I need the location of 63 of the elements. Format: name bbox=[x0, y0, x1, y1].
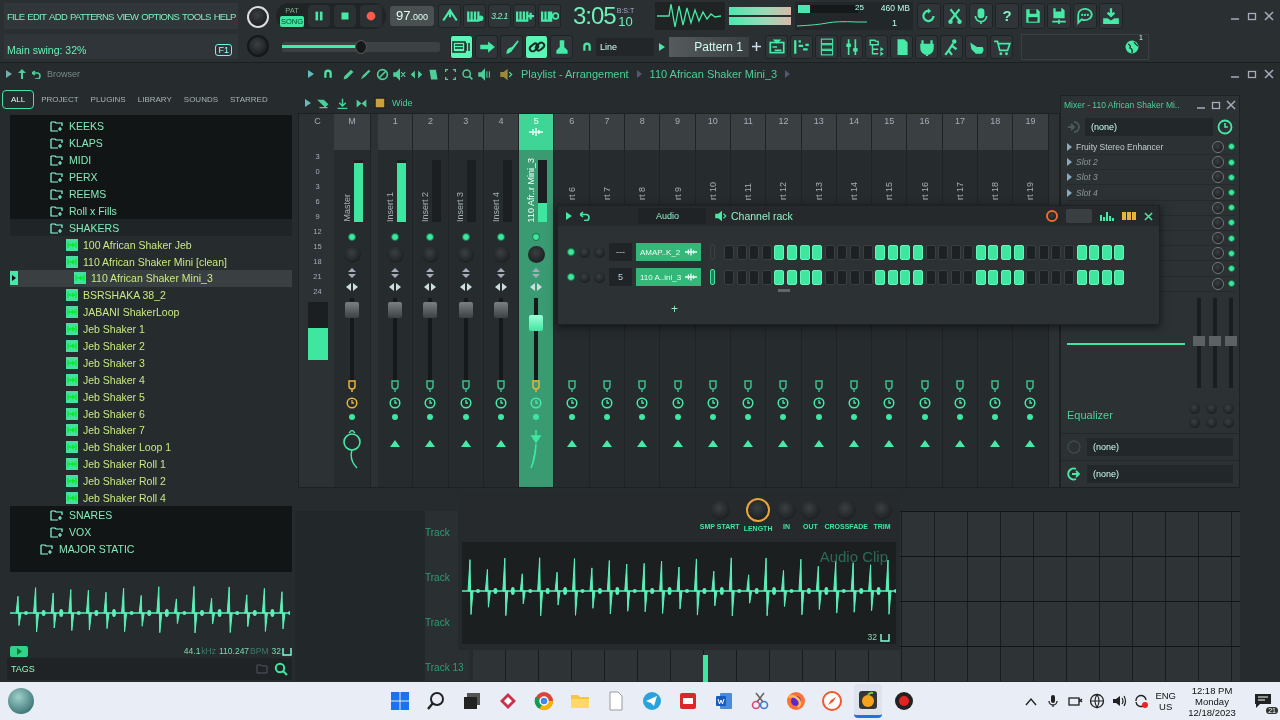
key-badge: F1 bbox=[215, 44, 232, 56]
window-title: Channel rack bbox=[731, 210, 793, 222]
track-name: rt 19 bbox=[1025, 182, 1036, 200]
track-name: rt 15 bbox=[884, 182, 895, 200]
track-number: 12 bbox=[778, 115, 789, 128]
section-label: Equalizer bbox=[1067, 409, 1114, 422]
voices-reading: 1 bbox=[892, 17, 897, 28]
track-number: 17 bbox=[954, 115, 965, 128]
clip-name: 110 African Shaker Mini_3 bbox=[649, 68, 778, 80]
window-title: Playlist - Arrangement bbox=[521, 68, 629, 80]
track-name: rt 13 bbox=[813, 182, 824, 200]
time-display: 3:05 bbox=[573, 2, 616, 29]
track-number: 9 bbox=[675, 115, 681, 128]
cpu-reading: 25 bbox=[855, 2, 864, 12]
clip-title: Audio Clip bbox=[819, 548, 888, 565]
track-number: 6 bbox=[569, 115, 575, 128]
hint-text: Main swing: 32% bbox=[7, 44, 88, 56]
time-ticks: 10 bbox=[618, 13, 633, 29]
tags-label: TAGS bbox=[11, 664, 35, 674]
sample-beats: 32 bbox=[271, 646, 281, 656]
browser-title: Browser bbox=[47, 69, 80, 79]
track-number: 13 bbox=[813, 115, 824, 128]
track-name: rt 16 bbox=[919, 182, 930, 200]
track-number: 15 bbox=[884, 115, 895, 128]
track-name: Insert 3 bbox=[455, 192, 466, 222]
window-title: Mixer - 110 African Shaker Mi.. bbox=[1064, 99, 1180, 110]
track-number: 10 bbox=[707, 115, 718, 128]
beat-count: 32 bbox=[867, 632, 877, 642]
track-name: rt 8 bbox=[637, 187, 648, 200]
track-number: C bbox=[314, 115, 321, 128]
track-number: 1 bbox=[392, 115, 398, 128]
track-name: Master bbox=[341, 194, 352, 222]
track-number: 19 bbox=[1025, 115, 1036, 128]
track-name: rt 6 bbox=[566, 187, 577, 200]
track-number: 5 bbox=[533, 115, 539, 128]
track-number: 14 bbox=[849, 115, 859, 128]
track-name: Insert 2 bbox=[419, 192, 430, 222]
track-number: 8 bbox=[639, 115, 645, 128]
stereo-mode: Wide bbox=[392, 98, 413, 108]
track-number: M bbox=[348, 115, 356, 128]
track-name: rt 18 bbox=[990, 182, 1001, 200]
track-name: Insert 4 bbox=[490, 192, 501, 222]
track-name: rt 10 bbox=[707, 182, 718, 200]
track-name: Insert 1 bbox=[384, 192, 395, 222]
track-number: 18 bbox=[990, 115, 1001, 128]
track-number: 7 bbox=[604, 115, 610, 128]
track-name: rt 12 bbox=[778, 182, 789, 200]
track-number: 3 bbox=[463, 115, 469, 128]
track-name: rt 17 bbox=[954, 182, 965, 200]
track-number: 4 bbox=[498, 115, 504, 128]
track-name: rt 14 bbox=[849, 182, 859, 200]
sample-rate: 44.1 bbox=[183, 646, 201, 656]
memory-reading: 460 MB bbox=[880, 2, 910, 13]
sample-rate-unit: kHz bbox=[201, 646, 216, 656]
track-number: 11 bbox=[743, 115, 753, 128]
sample-tempo: 110.247 bbox=[219, 646, 250, 656]
track-number: 16 bbox=[919, 115, 930, 128]
track-name: rt 11 bbox=[743, 182, 754, 200]
track-name: rt 9 bbox=[672, 187, 683, 200]
track-number: 2 bbox=[427, 115, 433, 128]
track-name: rt 7 bbox=[601, 187, 612, 200]
track-name: 110 Afr..r Mini_3 bbox=[525, 157, 536, 222]
sample-tempo-unit: BPM bbox=[250, 646, 269, 656]
